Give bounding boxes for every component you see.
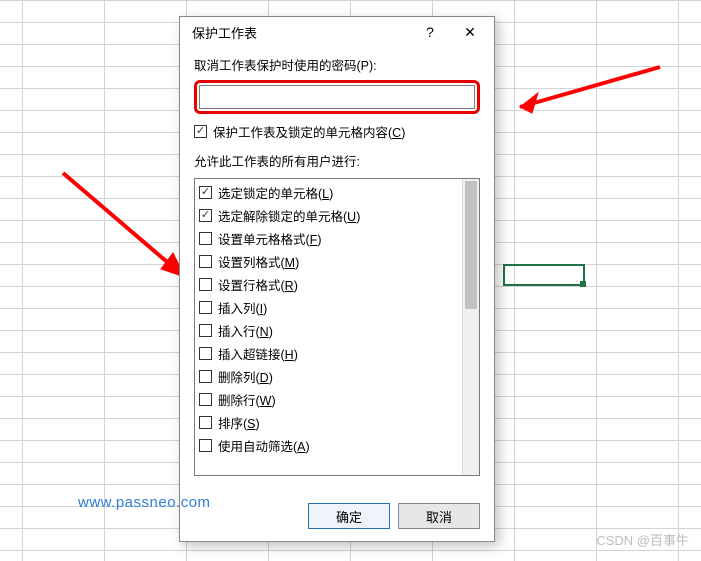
permission-item[interactable]: 选定锁定的单元格(L) (199, 181, 458, 204)
selected-cell[interactable] (503, 264, 585, 286)
permission-checkbox[interactable] (199, 347, 212, 360)
permission-item[interactable]: 删除行(W) (199, 388, 458, 411)
permission-checkbox[interactable] (199, 278, 212, 291)
protect-checkbox-label: 保护工作表及锁定的单元格内容(C) (213, 122, 405, 141)
permission-item[interactable]: 设置列格式(M) (199, 250, 458, 273)
titlebar: 保护工作表 ? ✕ (180, 17, 494, 47)
permission-checkbox[interactable] (199, 439, 212, 452)
watermark-csdn: CSDN @百事牛 (596, 530, 689, 549)
protect-sheet-dialog: 保护工作表 ? ✕ 取消工作表保护时使用的密码(P): 保护工作表及锁定的单元格… (179, 16, 495, 542)
permission-checkbox[interactable] (199, 209, 212, 222)
button-row: 确定 取消 (180, 493, 494, 541)
permission-label: 选定解除锁定的单元格(U) (218, 206, 360, 225)
permission-checkbox[interactable] (199, 370, 212, 383)
permission-label: 插入列(I) (218, 298, 267, 317)
permission-item[interactable]: 插入行(N) (199, 319, 458, 342)
watermark-passneo: www.passneo.com (78, 494, 211, 511)
permission-label: 设置单元格格式(F) (218, 229, 321, 248)
permission-checkbox[interactable] (199, 301, 212, 314)
annotation-arrow-right (500, 61, 670, 131)
permission-checkbox[interactable] (199, 255, 212, 268)
permission-label: 排序(S) (218, 413, 260, 432)
protect-checkbox[interactable] (194, 125, 207, 138)
permission-item[interactable]: 排序(S) (199, 411, 458, 434)
protect-checkbox-row[interactable]: 保护工作表及锁定的单元格内容(C) (194, 120, 480, 143)
password-label: 取消工作表保护时使用的密码(P): (194, 55, 480, 74)
scroll-thumb[interactable] (465, 181, 477, 309)
permission-item[interactable]: 设置单元格格式(F) (199, 227, 458, 250)
permissions-list: 选定锁定的单元格(L) 选定解除锁定的单元格(U) 设置单元格格式(F) 设置列格式(… (195, 179, 462, 475)
password-input[interactable] (199, 85, 475, 109)
permission-item[interactable]: 设置行格式(R) (199, 273, 458, 296)
permission-item[interactable]: 使用自动筛选(A) (199, 434, 458, 457)
permissions-label: 允许此工作表的所有用户进行: (194, 151, 480, 170)
scrollbar[interactable] (462, 179, 479, 475)
permission-item[interactable]: 删除列(D) (199, 365, 458, 388)
permission-label: 插入行(N) (218, 321, 273, 340)
permission-checkbox[interactable] (199, 186, 212, 199)
permission-checkbox[interactable] (199, 324, 212, 337)
permissions-box: 选定锁定的单元格(L) 选定解除锁定的单元格(U) 设置单元格格式(F) 设置列格式(… (194, 178, 480, 476)
close-button[interactable]: ✕ (450, 18, 490, 46)
permission-label: 选定锁定的单元格(L) (218, 183, 333, 202)
permission-label: 使用自动筛选(A) (218, 436, 310, 455)
permission-label: 设置行格式(R) (218, 275, 298, 294)
permission-checkbox[interactable] (199, 393, 212, 406)
dialog-title: 保护工作表 (192, 23, 410, 42)
permission-label: 设置列格式(M) (218, 252, 299, 271)
permission-label: 删除行(W) (218, 390, 276, 409)
permission-checkbox[interactable] (199, 232, 212, 245)
permission-item[interactable]: 选定解除锁定的单元格(U) (199, 204, 458, 227)
ok-button[interactable]: 确定 (308, 503, 390, 529)
cancel-button[interactable]: 取消 (398, 503, 480, 529)
permission-label: 删除列(D) (218, 367, 273, 386)
permission-label: 插入超链接(H) (218, 344, 298, 363)
help-button[interactable]: ? (410, 18, 450, 46)
permission-checkbox[interactable] (199, 416, 212, 429)
permission-item[interactable]: 插入列(I) (199, 296, 458, 319)
password-highlight (194, 80, 480, 114)
permission-item[interactable]: 插入超链接(H) (199, 342, 458, 365)
